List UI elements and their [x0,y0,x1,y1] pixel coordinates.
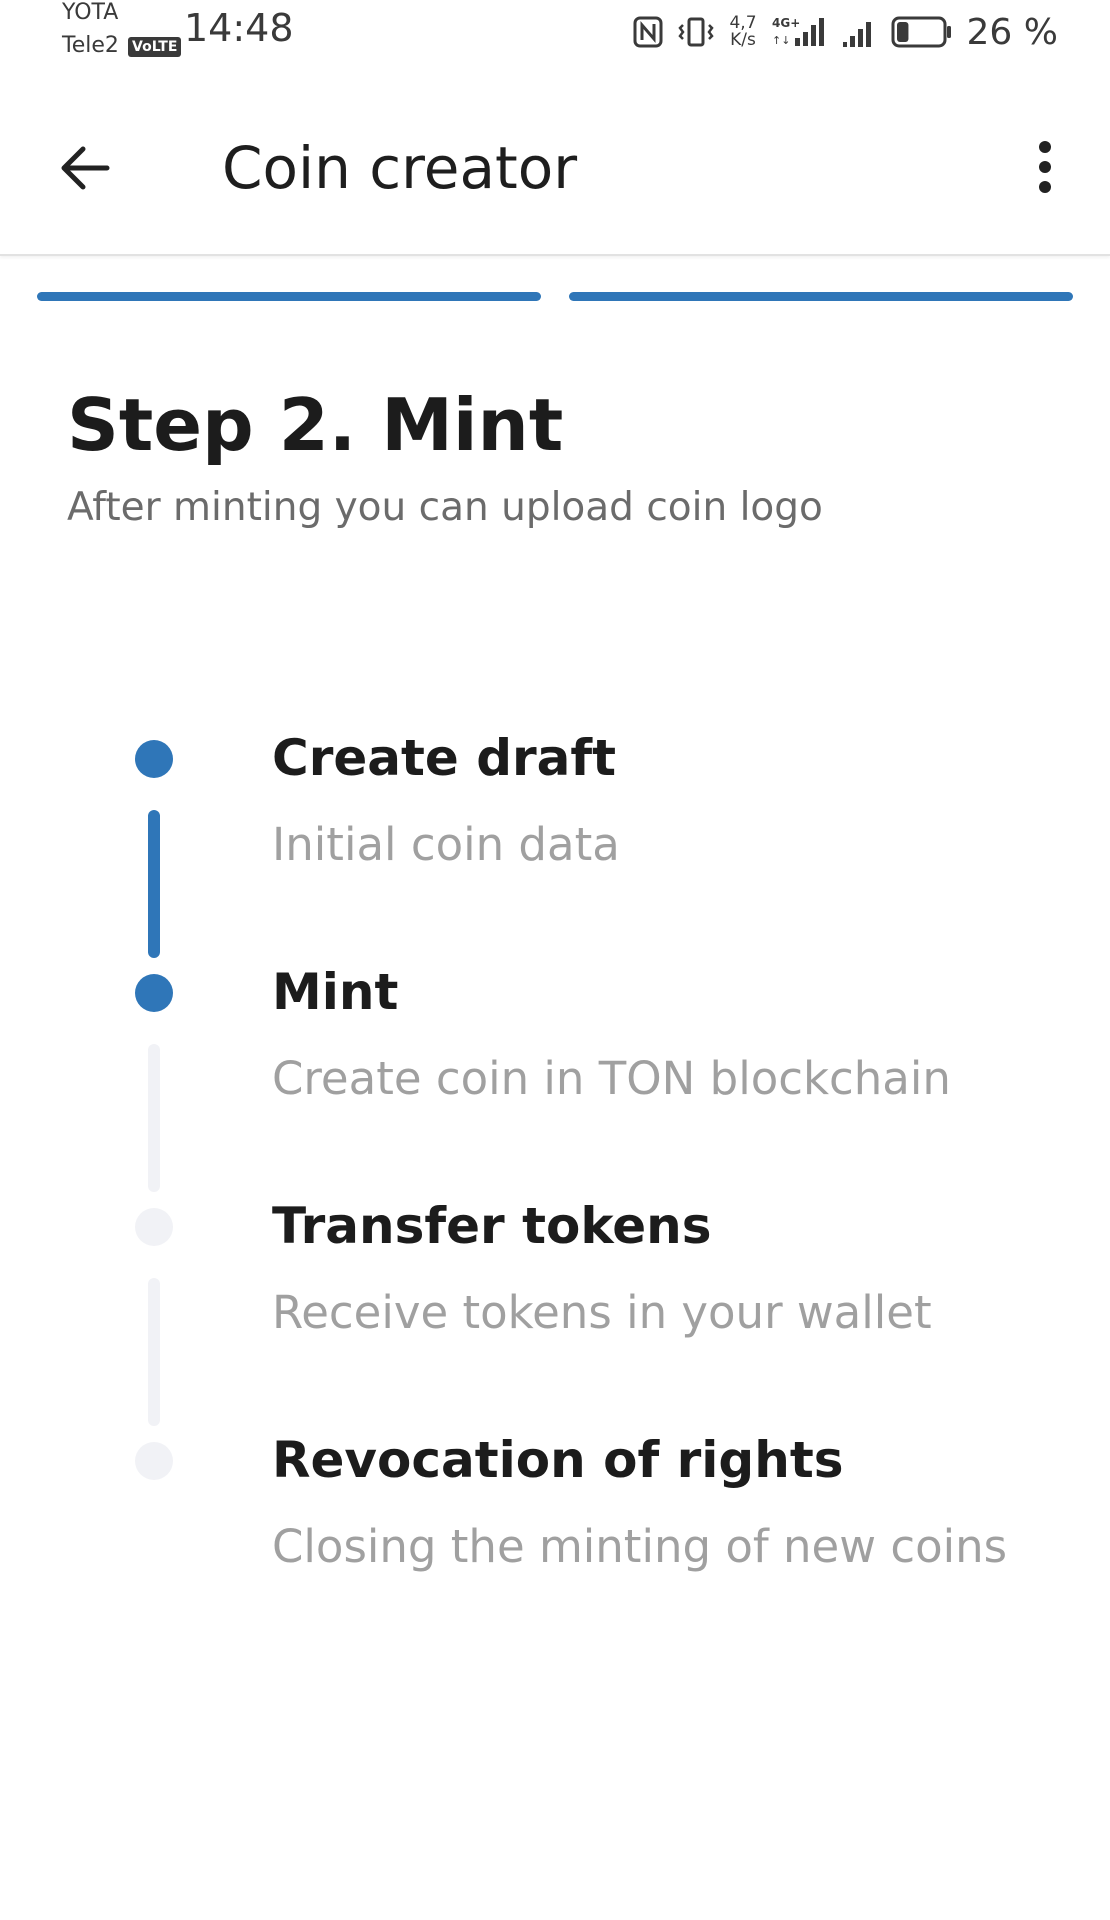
step-connector-line [148,1278,160,1426]
step-description: Closing the minting of new coins [272,1520,1008,1573]
step-label: Transfer tokens [272,1197,712,1255]
battery-percent: 26 % [966,11,1058,53]
signal-icon [841,15,877,49]
arrow-left-icon [61,146,110,190]
volte-badge: VoLTE [128,37,182,57]
carrier-name-primary: YOTA [62,0,119,25]
step-connector-line [148,1044,160,1192]
step-description: Create coin in TON blockchain [272,1052,951,1105]
app-bar: Coin creator [0,64,1110,256]
status-bar: YOTA Tele2 VoLTE 14:48 4,7 K/s 4G+ ↑↓ 26… [0,0,1110,64]
step-label: Mint [272,963,399,1021]
nfc-icon [633,16,663,48]
svg-text:↑↓: ↑↓ [772,34,790,47]
stepper: Create draft Initial coin data Mint Create … [0,729,1110,1620]
network-type-label: 4G+ [772,16,800,30]
step-label: Create draft [272,729,617,787]
signal-4g-icon: 4G+ ↑↓ [771,14,827,50]
step-subtitle: After minting you can upload coin logo [67,485,823,530]
carrier-name-secondary: Tele2 [62,33,119,58]
progress-segment [37,292,541,301]
more-options-button[interactable] [1010,132,1080,202]
carrier-info: YOTA Tele2 VoLTE [62,0,182,64]
step-indicator-dot [135,974,173,1012]
step-progress-bar [37,292,1073,302]
step-indicator-dot [135,1442,173,1480]
step-indicator-dot [135,740,173,778]
step-title: Step 2. Mint [67,383,564,467]
back-button[interactable] [52,136,116,200]
more-vertical-icon [1039,141,1051,193]
progress-segment [569,292,1073,301]
step-indicator-dot [135,1208,173,1246]
step-description: Receive tokens in your wallet [272,1286,932,1339]
step-connector-line [148,810,160,958]
step-description: Initial coin data [272,818,620,871]
battery-icon [891,15,953,49]
vibrate-icon [677,16,715,48]
step-label: Revocation of rights [272,1431,844,1489]
status-icons: 4,7 K/s 4G+ ↑↓ 26 % [633,10,1058,54]
network-speed-unit: K/s [730,30,756,50]
network-speed: 4,7 K/s [729,15,756,49]
page-title: Coin creator [222,134,578,202]
status-time: 14:48 [184,6,294,50]
